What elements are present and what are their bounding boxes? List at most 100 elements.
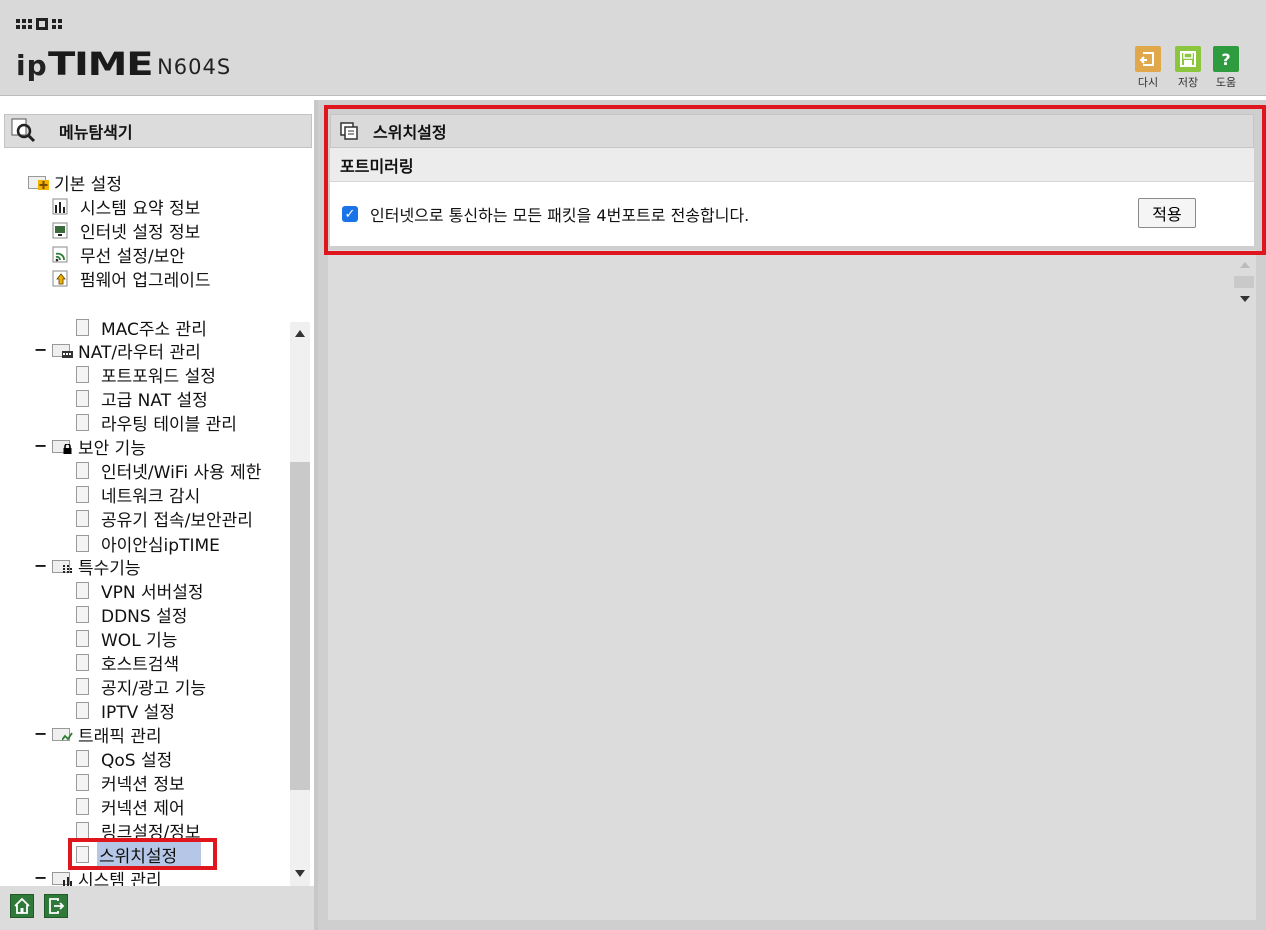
- tree-item-router-access-security[interactable]: 공유기 접속/보안관리: [76, 507, 253, 531]
- tree-item-system-summary[interactable]: 시스템 요약 정보: [52, 195, 201, 219]
- help-icon: ?: [1213, 46, 1239, 72]
- page-icon: [76, 797, 89, 815]
- scroll-down-icon[interactable]: [295, 870, 305, 877]
- tree-item-connection-info[interactable]: 커넥션 정보: [76, 771, 185, 795]
- tree-item-link-settings[interactable]: 링크설정/정보: [76, 819, 201, 843]
- wifi-icon: [52, 245, 70, 263]
- tree-item-routing-table[interactable]: 라우팅 테이블 관리: [76, 411, 237, 435]
- port-mirroring-checkbox[interactable]: ✓: [342, 206, 358, 222]
- tree-folder-special[interactable]: 특수기능: [52, 555, 141, 579]
- collapse-icon[interactable]: −: [34, 556, 47, 575]
- tree-item-notice-ad[interactable]: 공지/광고 기능: [76, 675, 206, 699]
- folder-router-icon: [52, 342, 74, 358]
- undo-button[interactable]: 다시: [1132, 46, 1164, 90]
- page-icon: [76, 365, 89, 383]
- logout-icon[interactable]: [44, 894, 68, 918]
- brand-main: TIME: [47, 45, 154, 83]
- tree-item-label: 인터넷/WiFi 사용 제한: [101, 462, 262, 483]
- tree-folder-traffic[interactable]: 트래픽 관리: [52, 723, 162, 747]
- menu-explorer-title: 메뉴탐색기: [59, 123, 133, 142]
- tree-folder-label: 보안 기능: [78, 438, 146, 459]
- page-icon: [76, 629, 89, 647]
- section-title: 포트미러링: [340, 156, 414, 176]
- tree-folder-system[interactable]: 시스템 관리: [52, 867, 162, 886]
- tree-item-label: QoS 설정: [101, 750, 173, 771]
- tree-folder-label: 기본 설정: [54, 174, 122, 195]
- tree-item-qos[interactable]: QoS 설정: [76, 747, 173, 771]
- tree-item-label: 네트워크 감시: [101, 486, 201, 507]
- tree-item-port-forward[interactable]: 포트포워드 설정: [76, 363, 216, 387]
- collapse-icon[interactable]: −: [34, 868, 47, 886]
- tree-item-wireless-security[interactable]: 무선 설정/보안: [52, 243, 185, 267]
- tree-folder-label: 시스템 관리: [78, 870, 162, 887]
- menu-explorer-header: 메뉴탐색기: [4, 114, 312, 148]
- tree-folder-label: NAT/라우터 관리: [78, 342, 201, 363]
- scroll-down-icon[interactable]: [1240, 296, 1250, 302]
- menu-tree[interactable]: MAC주소 관리 − NAT/라우터 관리 포트포워드 설정 고급 NAT 설정…: [0, 318, 290, 886]
- help-button[interactable]: ? 도움: [1210, 46, 1242, 90]
- page-icon: [76, 318, 89, 336]
- page-icon: [76, 845, 89, 863]
- tree-folder-label: 트래픽 관리: [78, 726, 162, 747]
- page-icon: [76, 749, 89, 767]
- tree-item-host-search[interactable]: 호스트검색: [76, 651, 180, 675]
- save-label: 저장: [1177, 76, 1199, 89]
- magnifier-icon: [11, 118, 37, 144]
- main-content: 스위치설정 포트미러링 ✓ 인터넷으로 통신하는 모든 패킷을 4번포트로 전송…: [318, 100, 1266, 930]
- tree-item-label-selected: 스위치설정: [97, 841, 202, 867]
- tree-folder-nat[interactable]: NAT/라우터 관리: [52, 339, 201, 363]
- collapse-icon[interactable]: −: [34, 436, 47, 455]
- tree-item-internet-wifi-limit[interactable]: 인터넷/WiFi 사용 제한: [76, 459, 262, 483]
- section-header: 포트미러링: [330, 148, 1254, 182]
- folder-icon: [28, 174, 50, 190]
- folder-graph-icon: [52, 726, 74, 742]
- tree-item-connection-control[interactable]: 커넥션 제어: [76, 795, 185, 819]
- scroll-up-icon[interactable]: [1240, 262, 1250, 268]
- tree-item-advanced-nat[interactable]: 고급 NAT 설정: [76, 387, 208, 411]
- undo-label: 다시: [1137, 76, 1159, 89]
- undo-icon: [1135, 46, 1161, 72]
- tree-item-vpn-server[interactable]: VPN 서버설정: [76, 579, 204, 603]
- tree-folder-security[interactable]: 보안 기능: [52, 435, 146, 459]
- scroll-up-icon[interactable]: [295, 330, 305, 337]
- tree-folder-basic[interactable]: 기본 설정: [28, 171, 122, 195]
- scrollbar-thumb[interactable]: [1234, 276, 1254, 288]
- tree-item-label: WOL 기능: [101, 630, 178, 651]
- iptime-logo-mark: [16, 18, 62, 30]
- save-button[interactable]: 저장: [1172, 46, 1204, 90]
- tree-item-label: 시스템 요약 정보: [80, 198, 201, 219]
- home-icon[interactable]: [10, 894, 34, 918]
- menu-sidebar: 메뉴탐색기 기본 설정 시스템 요약 정보 인터넷 설정 정보 무선 설정/보안…: [0, 100, 318, 930]
- folder-bar-chart-icon: [52, 870, 74, 886]
- collapse-icon[interactable]: −: [34, 340, 47, 359]
- panel-title: 스위치설정: [373, 123, 447, 142]
- tree-item-iptv[interactable]: IPTV 설정: [76, 699, 175, 723]
- tree-item-ddns[interactable]: DDNS 설정: [76, 603, 188, 627]
- tree-item-label: 인터넷 설정 정보: [80, 222, 201, 243]
- tree-item-label: 공지/광고 기능: [101, 678, 206, 699]
- apply-button[interactable]: 적용: [1138, 198, 1196, 228]
- bar-chart-icon: [52, 197, 70, 215]
- tree-item-firmware-upgrade[interactable]: 펌웨어 업그레이드: [52, 267, 211, 291]
- scrollbar-thumb[interactable]: [290, 462, 310, 790]
- tree-item-wol[interactable]: WOL 기능: [76, 627, 178, 651]
- tree-item-label: IPTV 설정: [101, 702, 175, 723]
- tree-item-ianshim-iptime[interactable]: 아이안심ipTIME: [76, 532, 220, 556]
- help-label: 도움: [1215, 76, 1237, 89]
- panel-scrollbar[interactable]: [1234, 252, 1254, 314]
- tree-item-internet-info[interactable]: 인터넷 설정 정보: [52, 219, 201, 243]
- monitor-icon: [52, 221, 70, 239]
- tree-item-label: 호스트검색: [101, 654, 180, 675]
- tree-item-mac-address[interactable]: MAC주소 관리: [76, 318, 207, 340]
- tree-item-network-monitor[interactable]: 네트워크 감시: [76, 483, 201, 507]
- tree-item-label: DDNS 설정: [101, 606, 188, 627]
- tree-item-switch-settings[interactable]: 스위치설정: [76, 841, 202, 867]
- tree-item-label: VPN 서버설정: [101, 582, 204, 603]
- tree-item-label: 아이안심ipTIME: [101, 535, 220, 556]
- menu-tree-scrollbar[interactable]: [290, 322, 310, 888]
- app-header: ip TIME N604S 다시 저장 ? 도움: [0, 0, 1266, 96]
- collapse-icon[interactable]: −: [34, 724, 47, 743]
- tree-item-label: 펌웨어 업그레이드: [80, 270, 211, 291]
- page-icon: [76, 653, 89, 671]
- tree-folder-label: 특수기능: [78, 558, 141, 579]
